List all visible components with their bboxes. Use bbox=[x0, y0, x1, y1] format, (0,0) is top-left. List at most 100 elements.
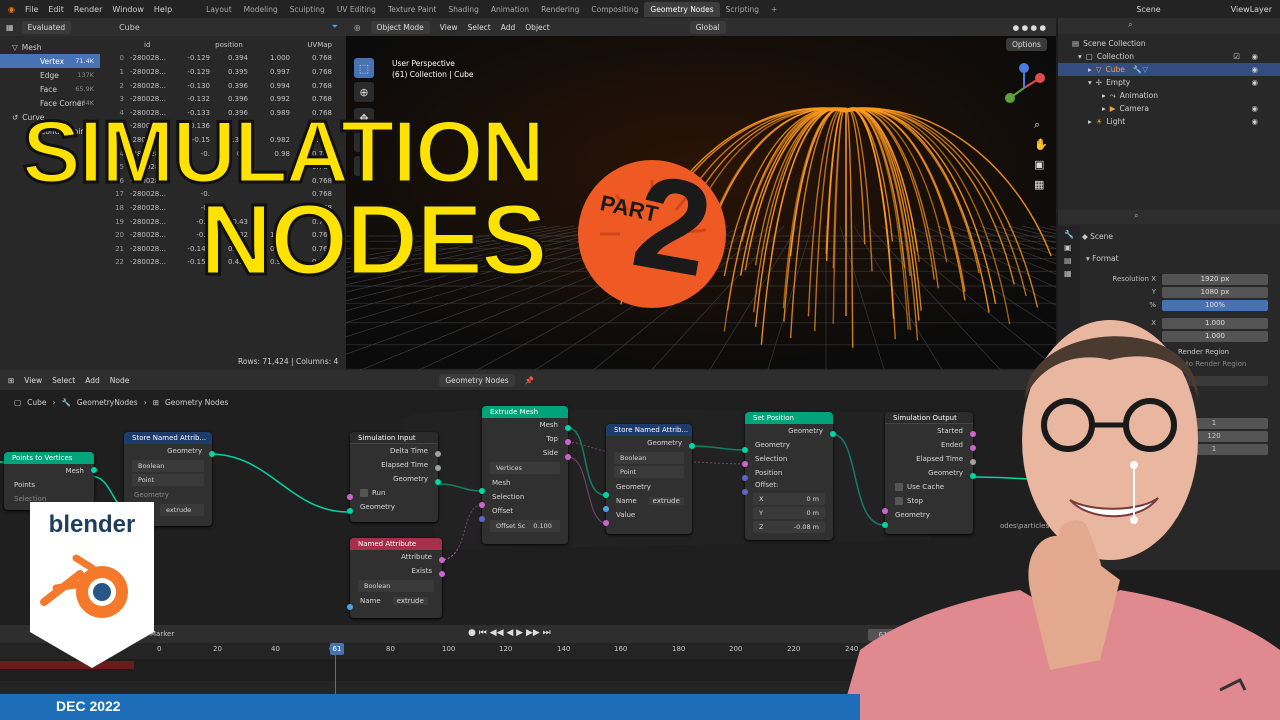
tool-tab-icon[interactable]: 🔧 bbox=[1064, 230, 1074, 239]
socket-string[interactable] bbox=[603, 506, 609, 512]
render-tab-icon[interactable]: ▣ bbox=[1064, 243, 1074, 252]
domain-vertex[interactable]: Vertex 71.4K bbox=[0, 54, 100, 68]
socket-boolean[interactable] bbox=[479, 502, 485, 508]
checkbox-icon[interactable]: ☑ bbox=[1233, 52, 1240, 61]
socket-geometry[interactable] bbox=[689, 443, 695, 449]
tab-uv-editing[interactable]: UV Editing bbox=[331, 2, 382, 17]
socket-boolean[interactable] bbox=[565, 454, 571, 460]
outliner-camera[interactable]: ▸ ▶ Camera ◉ bbox=[1058, 102, 1280, 115]
blender-menu-icon[interactable]: ◉ bbox=[8, 5, 15, 14]
domain-face[interactable]: Face 65.9K bbox=[0, 82, 100, 96]
socket-geometry[interactable] bbox=[435, 479, 441, 485]
scene-selector[interactable]: Scene bbox=[1136, 5, 1160, 14]
column-header[interactable]: position bbox=[210, 41, 248, 49]
add-workspace-icon[interactable]: + bbox=[765, 2, 783, 17]
socket-boolean[interactable] bbox=[565, 439, 571, 445]
ortho-toggle-icon[interactable]: ▦ bbox=[1034, 178, 1044, 191]
socket-boolean[interactable] bbox=[439, 557, 445, 563]
eye-icon[interactable]: ◉ bbox=[1251, 52, 1258, 61]
domain-dropdown[interactable]: Point bbox=[614, 466, 684, 478]
tab-geometry-nodes[interactable]: Geometry Nodes bbox=[644, 1, 720, 17]
view-layer-tab-icon[interactable]: ▦ bbox=[1064, 269, 1074, 278]
tab-rendering[interactable]: Rendering bbox=[535, 2, 585, 17]
format-panel-header[interactable]: ▾ Format bbox=[1086, 254, 1119, 263]
outliner-empty[interactable]: ▾ ✢ Empty ◉ bbox=[1058, 76, 1280, 89]
socket-float[interactable] bbox=[435, 451, 441, 457]
domain-dropdown[interactable]: Point bbox=[132, 474, 204, 486]
extrude-mesh-node[interactable]: Extrude Mesh Mesh Top Side Vertices Mesh… bbox=[482, 406, 568, 544]
socket-float[interactable] bbox=[435, 465, 441, 471]
socket-geometry[interactable] bbox=[209, 451, 215, 457]
shading-modes-icon[interactable]: ● ● ● ● bbox=[1013, 23, 1046, 32]
name-field[interactable]: extrude bbox=[648, 497, 684, 505]
menu-add[interactable]: Add bbox=[501, 23, 516, 32]
tab-scripting[interactable]: Scripting bbox=[720, 2, 765, 17]
socket-geometry[interactable] bbox=[565, 425, 571, 431]
socket-geometry[interactable] bbox=[603, 492, 609, 498]
view-layer-selector[interactable]: ViewLayer bbox=[1231, 5, 1272, 14]
interaction-mode-dropdown[interactable]: Object Mode bbox=[370, 20, 430, 34]
socket-vector[interactable] bbox=[479, 516, 485, 522]
tab-shading[interactable]: Shading bbox=[442, 2, 484, 17]
menu-render[interactable]: Render bbox=[74, 5, 102, 14]
offset-x-field[interactable]: X 0 m bbox=[753, 493, 825, 505]
evaluation-mode-dropdown[interactable]: Evaluated bbox=[21, 20, 72, 34]
socket-boolean[interactable] bbox=[603, 520, 609, 526]
filter-icon[interactable]: ⏷ bbox=[332, 22, 338, 32]
playback-controls[interactable]: ● ⏮ ◀◀ ◀ ▶ ▶▶ ⏭ bbox=[468, 628, 551, 638]
socket-boolean[interactable] bbox=[742, 461, 748, 467]
camera-view-icon[interactable]: ▣ bbox=[1034, 158, 1044, 171]
socket-boolean[interactable] bbox=[439, 571, 445, 577]
select-box-tool-icon[interactable]: ⬚ bbox=[354, 58, 374, 78]
socket-string[interactable] bbox=[347, 604, 353, 610]
data-type-dropdown[interactable]: Boolean bbox=[358, 580, 434, 592]
offset-y-field[interactable]: Y 0 m bbox=[753, 507, 825, 519]
zoom-icon[interactable]: ⌕ bbox=[1034, 118, 1040, 132]
socket-geometry[interactable] bbox=[742, 447, 748, 453]
tab-animation[interactable]: Animation bbox=[485, 2, 535, 17]
tab-modeling[interactable]: Modeling bbox=[238, 2, 284, 17]
output-tab-icon[interactable]: ▤ bbox=[1064, 256, 1074, 265]
menu-object[interactable]: Object bbox=[525, 23, 549, 32]
data-type-dropdown[interactable]: Boolean bbox=[132, 460, 204, 472]
menu-edit[interactable]: Edit bbox=[48, 5, 64, 14]
menu-help[interactable]: Help bbox=[154, 5, 172, 14]
search-icon[interactable]: ⌕ bbox=[1128, 20, 1132, 30]
eye-icon[interactable]: ◉ bbox=[1251, 65, 1258, 74]
socket-geometry[interactable] bbox=[347, 508, 353, 514]
menu-window[interactable]: Window bbox=[112, 5, 144, 14]
transform-orientation-dropdown[interactable]: Global bbox=[689, 20, 726, 34]
domain-mesh[interactable]: ▽ Mesh bbox=[0, 40, 100, 54]
offset-scale-field[interactable]: Offset Sc 0.100 bbox=[490, 520, 560, 532]
name-field[interactable]: extrude bbox=[392, 597, 428, 605]
domain-edge[interactable]: Edge 137K bbox=[0, 68, 100, 82]
named-attribute-node[interactable]: Named Attribute Attribute Exists Boolean… bbox=[350, 538, 442, 618]
data-type-dropdown[interactable]: Boolean bbox=[614, 452, 684, 464]
offset-z-field[interactable]: Z -0.08 m bbox=[753, 521, 825, 533]
extrude-mode-dropdown[interactable]: Vertices bbox=[490, 462, 560, 474]
eye-icon[interactable]: ◉ bbox=[1251, 117, 1258, 126]
eye-icon[interactable]: ◉ bbox=[1251, 78, 1258, 87]
editor-type-icon[interactable]: ▦ bbox=[6, 23, 14, 32]
outliner-cube[interactable]: ▸ ▽ Cube 🔧▽ ◉ bbox=[1058, 63, 1280, 76]
tab-layout[interactable]: Layout bbox=[200, 2, 238, 17]
socket-vector[interactable] bbox=[742, 489, 748, 495]
outliner-collection[interactable]: ▾ ▢ Collection ☑ ◉ bbox=[1058, 50, 1280, 63]
editor-type-icon[interactable]: ◎ bbox=[354, 23, 361, 32]
tab-texture-paint[interactable]: Texture Paint bbox=[382, 2, 442, 17]
run-checkbox[interactable]: Run bbox=[350, 486, 438, 500]
pan-icon[interactable]: ✋ bbox=[1034, 138, 1048, 151]
menu-view[interactable]: View bbox=[440, 23, 458, 32]
menu-select[interactable]: Select bbox=[468, 23, 491, 32]
socket-geometry[interactable] bbox=[479, 488, 485, 494]
options-dropdown[interactable]: Options bbox=[1006, 38, 1047, 51]
search-icon[interactable]: ⌕ bbox=[1134, 211, 1138, 221]
column-header[interactable]: UVMap bbox=[290, 41, 332, 49]
navigation-gizmo-icon[interactable] bbox=[996, 60, 1052, 116]
column-header[interactable]: id bbox=[130, 41, 172, 49]
name-field[interactable]: extrude bbox=[160, 504, 204, 516]
cursor-tool-icon[interactable]: ⊕ bbox=[354, 82, 374, 102]
socket-boolean[interactable] bbox=[347, 494, 353, 500]
menu-file[interactable]: File bbox=[25, 5, 38, 14]
outliner-scene-collection[interactable]: ▤ Scene Collection bbox=[1058, 37, 1280, 50]
